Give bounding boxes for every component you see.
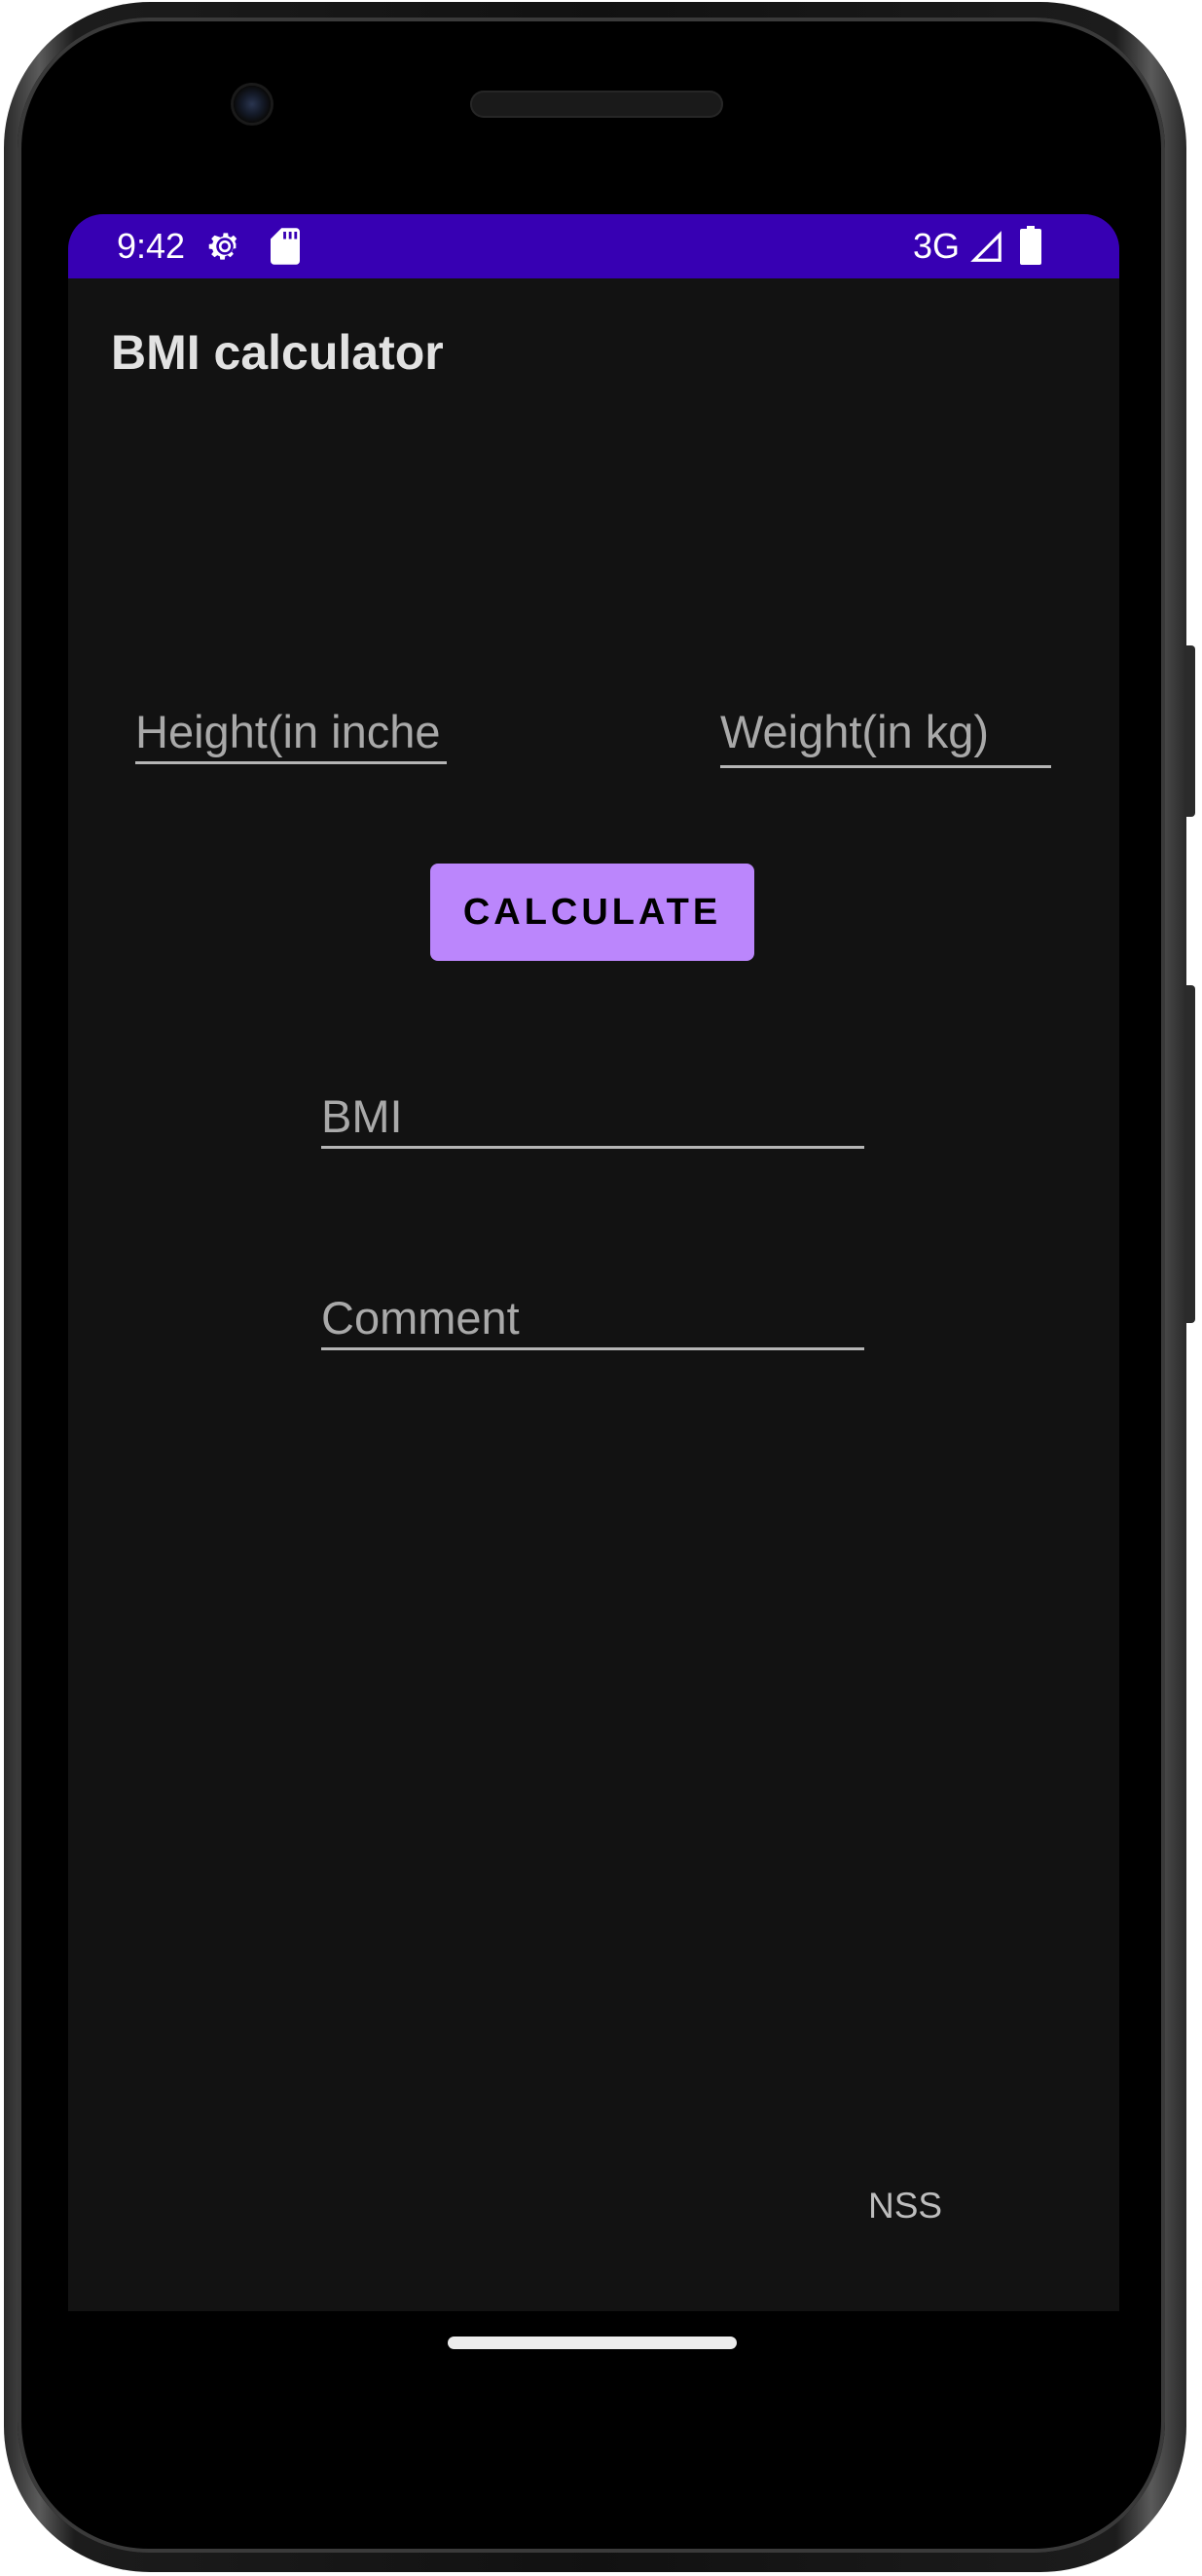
bmi-placeholder: BMI [321,1090,403,1142]
settings-gear-icon [208,233,239,260]
calculate-button[interactable]: CALCULATE [430,864,754,961]
home-indicator[interactable] [448,2337,737,2349]
sd-card-icon [271,228,300,265]
bmi-output-field[interactable]: BMI [321,1084,864,1149]
status-time: 9:42 [117,226,186,266]
front-camera [234,86,271,123]
footer-label: NSS [868,2186,943,2226]
status-bar: 9:42 3G [68,214,1119,278]
weight-placeholder: Weight(in kg) [720,706,990,757]
network-type: 3G [913,226,961,266]
earpiece-speaker [470,91,723,118]
signal-icon [970,231,1002,262]
volume-button [1186,985,1195,1323]
battery-icon [1020,226,1041,265]
height-placeholder: Height(in inche [135,706,441,757]
height-input[interactable]: Height(in inche [135,699,447,764]
app-title: BMI calculator [111,325,444,380]
power-button [1186,645,1195,817]
weight-input[interactable]: Weight(in kg) [720,699,1051,768]
comment-placeholder: Comment [321,1292,520,1343]
app-screen: 9:42 3G BMI calculator Height(in inche W… [68,214,1119,2311]
comment-output-field[interactable]: Comment [321,1285,864,1350]
